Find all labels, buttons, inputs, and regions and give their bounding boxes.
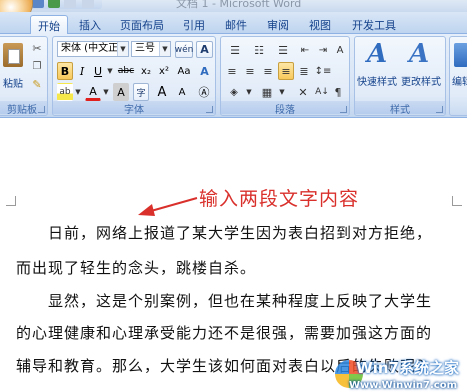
paragraph-2-line-2: 的心理健康和心理承受能力还不是很强，需要加强这方面的 xyxy=(16,324,433,342)
watermark-site: Win7系统之家 xyxy=(356,359,459,377)
watermark-url: Www.Winwin7.com xyxy=(348,380,457,391)
paragraph-1-line-2: 而出现了轻生的念头，跳楼自杀。 xyxy=(16,259,257,277)
watermark: Win7系统之家 Www.Winwin7.com xyxy=(333,354,465,392)
paragraph-1-line-1: 日前，网络上报道了某大学生因为表白招到对方拒绝， xyxy=(48,224,433,242)
paragraph-2-line-1: 显然，这是个别案例，但也在某种程度上反映了大学生 xyxy=(48,292,433,310)
